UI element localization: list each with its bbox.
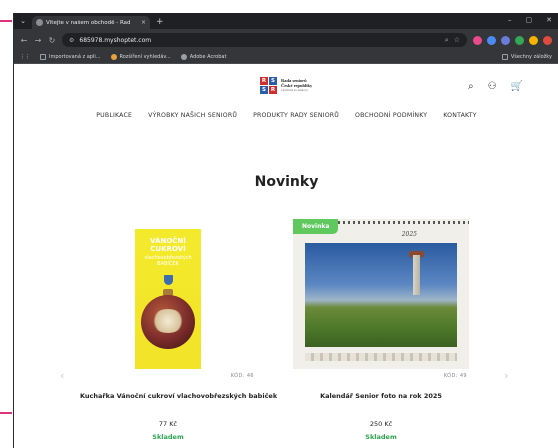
address-toolbar: ← → ↻ ⚙ 685978.myshoptet.com ⌕ ☆	[14, 29, 558, 51]
apps-icon[interactable]: ⋮⋮	[20, 54, 30, 60]
search-icon[interactable]: ⌕	[468, 81, 474, 92]
left-accent-line	[0, 20, 12, 22]
site-logo[interactable]: R S S R Rada seniorů České republiky výs…	[260, 77, 312, 94]
url-text[interactable]: 685978.myshoptet.com	[79, 37, 439, 44]
carousel-next-icon[interactable]: ›	[504, 369, 508, 382]
carousel-prev-icon[interactable]: ‹	[60, 369, 64, 382]
reload-icon[interactable]: ↻	[48, 36, 56, 45]
extension-icon[interactable]	[501, 35, 510, 45]
window-controls: – ▢ ✕	[508, 16, 552, 24]
favicon-icon	[36, 19, 43, 26]
bookmark-item[interactable]: Adobe Acrobat	[180, 54, 226, 60]
forward-icon[interactable]: →	[34, 36, 42, 45]
section-title: Novinky	[254, 174, 319, 190]
close-window-icon[interactable]: ✕	[546, 16, 552, 24]
bookmark-item[interactable]: Rozšíření vyhledáv...	[110, 54, 171, 60]
active-tab[interactable]: Vítejte v našem obchodě - Rad ×	[32, 16, 150, 29]
folder-icon	[501, 54, 508, 60]
menu-item-publikace[interactable]: PUBLIKACE	[96, 112, 132, 119]
product-price: 250 Kč	[369, 420, 393, 428]
menu-item-kontakty[interactable]: KONTAKTY	[443, 112, 476, 119]
cart-icon[interactable]: 🛒	[511, 81, 523, 92]
extensions-area	[473, 35, 552, 45]
stock-status: Skladem	[152, 433, 184, 441]
close-tab-icon[interactable]: ×	[141, 19, 146, 26]
product-card[interactable]: VÁNOČNÍ CUKROVÍ vlachovobřezských BABIČE…	[80, 219, 277, 441]
extension-icon[interactable]	[543, 35, 552, 45]
stock-status: Skladem	[365, 433, 397, 441]
site-info-icon[interactable]: ⚙	[69, 37, 74, 44]
screenshot-frame: ⌄ Vítejte v našem obchodě - Rad × + – ▢ …	[0, 0, 558, 448]
web-page: R S S R Rada seniorů České republiky výs…	[14, 64, 558, 448]
header-icons: ⌕ ⚇ 🛒	[468, 81, 523, 92]
back-icon[interactable]: ←	[20, 36, 28, 45]
product-image[interactable]: 2025 Novinka	[293, 219, 469, 369]
minimize-icon[interactable]: –	[508, 16, 512, 24]
bookmark-favicon-icon	[180, 54, 187, 60]
product-card[interactable]: 2025 Novinka KÓD: 49 Kalendář Senior fot…	[293, 219, 469, 441]
product-name[interactable]: Kuchařka Vánoční cukroví vlachovobřezský…	[80, 392, 277, 400]
browser-window: ⌄ Vítejte v našem obchodě - Rad × + – ▢ …	[13, 13, 558, 448]
cookbook-cover: VÁNOČNÍ CUKROVÍ vlachovobřezských BABIČE…	[135, 229, 201, 369]
address-bar[interactable]: ⚙ 685978.myshoptet.com ⌕ ☆	[62, 33, 467, 47]
maximize-icon[interactable]: ▢	[526, 16, 533, 24]
lookout-tower-image	[413, 255, 420, 295]
menu-item-produkty[interactable]: PRODUKTY RADY SENIORŮ	[253, 112, 339, 119]
left-accent-line	[0, 412, 12, 414]
logo-mark: R S S R	[260, 77, 277, 94]
zoom-icon[interactable]: ⌕	[445, 36, 449, 45]
extension-icon[interactable]	[487, 35, 496, 45]
product-price: 77 Kč	[158, 420, 178, 428]
product-image[interactable]: VÁNOČNÍ CUKROVÍ vlachovobřezských BABIČE…	[80, 219, 256, 369]
main-menu: PUBLIKACE VÝROBKY NAŠICH SENIORŮ PRODUKT…	[14, 112, 558, 119]
all-bookmarks[interactable]: Všechny záložky	[501, 54, 552, 60]
tab-bar: ⌄ Vítejte v našem obchodě - Rad × + – ▢ …	[14, 13, 558, 29]
coat-of-arms-icon	[164, 275, 173, 285]
bookmark-item[interactable]: Importovaná z apli...	[40, 54, 101, 60]
new-tab-button[interactable]: +	[156, 15, 164, 29]
menu-item-vyrobky[interactable]: VÝROBKY NAŠICH SENIORŮ	[148, 112, 237, 119]
extension-icon[interactable]	[473, 35, 482, 45]
logo-text: Rada seniorů České republiky výstavní za…	[281, 78, 313, 92]
folder-icon	[40, 54, 46, 60]
bookmarks-bar: ⋮⋮ Importovaná z apli... Rozšíření vyhle…	[14, 51, 558, 64]
tab-title: Vítejte v našem obchodě - Rad	[46, 19, 131, 26]
menu-item-podminky[interactable]: OBCHODNÍ PODMÍNKY	[355, 112, 427, 119]
calendar-cover: 2025	[293, 219, 469, 369]
product-name[interactable]: Kalendář Senior foto na rok 2025	[293, 392, 469, 400]
tab-search-icon[interactable]: ⌄	[14, 13, 32, 29]
account-icon[interactable]: ⚇	[488, 81, 497, 92]
ornament-image	[141, 295, 195, 349]
extension-icon[interactable]	[529, 35, 538, 45]
product-code: KÓD: 46	[230, 373, 254, 379]
bookmark-favicon-icon	[110, 54, 117, 60]
new-badge: Novinka	[293, 219, 339, 234]
bookmark-star-icon[interactable]: ☆	[454, 36, 460, 44]
product-code: KÓD: 49	[443, 373, 467, 379]
extension-icon[interactable]	[515, 35, 524, 45]
